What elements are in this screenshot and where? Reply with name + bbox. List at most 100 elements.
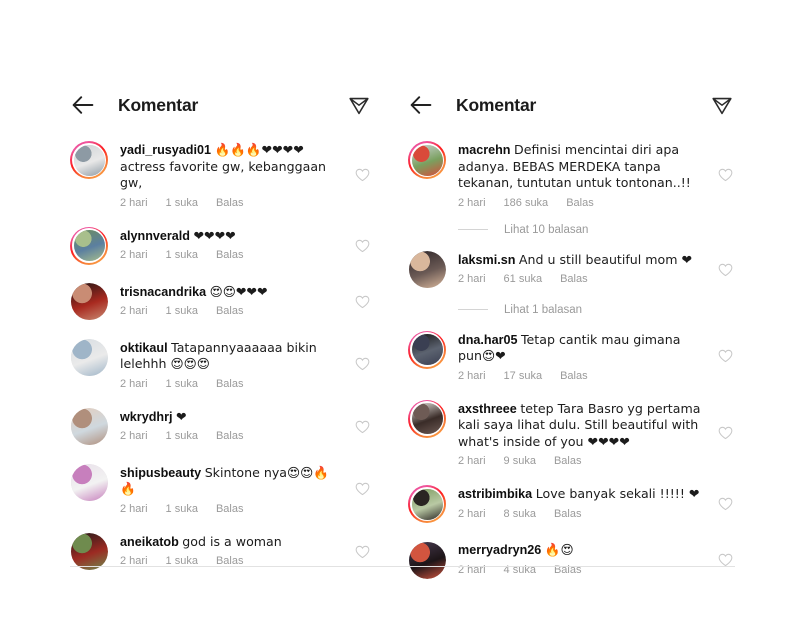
like-heart-icon[interactable] — [715, 349, 735, 363]
comment-item[interactable]: laksmi.sn And u still beautiful mom ❤ 2 h… — [408, 242, 735, 298]
arrow-left-icon[interactable] — [70, 92, 96, 118]
comment-reply-button[interactable]: Balas — [216, 430, 244, 442]
comment-item[interactable]: wkrydhrj ❤ 2 hari 1 suka Balas — [70, 399, 372, 455]
comment-item[interactable]: oktikaul Tatapannyaaaaaa bikin lelehhh 😍… — [70, 330, 372, 399]
comment-username[interactable]: laksmi.sn — [458, 253, 515, 267]
comment-reply-button[interactable]: Balas — [560, 273, 588, 285]
comment-body: alynnverald ❤❤❤❤ 2 hari 1 suka Balas — [120, 227, 342, 262]
avatar[interactable] — [70, 464, 108, 502]
avatar[interactable] — [70, 533, 108, 571]
like-heart-icon[interactable] — [352, 482, 372, 496]
comment-item[interactable]: astribimbika Love banyak sekali !!!!! ❤ 2… — [408, 476, 735, 532]
avatar[interactable] — [408, 541, 446, 579]
like-heart-icon[interactable] — [352, 168, 372, 182]
avatar-image — [411, 144, 443, 176]
view-replies-row[interactable]: Lihat 1 balasan — [458, 304, 735, 316]
comment-username[interactable]: trisnacandrika — [120, 285, 206, 299]
comment-item[interactable]: axsthreee tetep Tara Basro yg pertama ka… — [408, 391, 735, 477]
avatar-photo — [411, 403, 443, 434]
avatar[interactable] — [408, 141, 446, 179]
like-heart-icon[interactable] — [715, 168, 735, 182]
comment-likes[interactable]: 1 suka — [166, 305, 198, 317]
comment-likes[interactable]: 1 suka — [166, 249, 198, 261]
like-heart-icon[interactable] — [715, 497, 735, 511]
like-heart-icon[interactable] — [352, 295, 372, 309]
avatar[interactable] — [70, 283, 108, 321]
comment-list: macrehn Definisi mencintai diri apa adan… — [408, 132, 735, 588]
like-heart-icon[interactable] — [352, 545, 372, 559]
view-replies-label[interactable]: Lihat 1 balasan — [504, 304, 582, 316]
comment-reply-button[interactable]: Balas — [216, 197, 244, 209]
comment-item[interactable]: alynnverald ❤❤❤❤ 2 hari 1 suka Balas — [70, 218, 372, 274]
page-title: Komentar — [118, 94, 199, 115]
comment-likes[interactable]: 1 suka — [166, 503, 198, 515]
comment-username[interactable]: shipusbeauty — [120, 466, 201, 480]
comment-reply-button[interactable]: Balas — [560, 370, 588, 382]
comment-reply-button[interactable]: Balas — [216, 249, 244, 261]
comment-username[interactable]: yadi_rusyadi01 — [120, 143, 211, 157]
comment-item[interactable]: shipusbeauty Skintone nya😍😍🔥🔥 2 hari 1 suk… — [70, 455, 372, 524]
comment-reply-button[interactable]: Balas — [566, 197, 594, 209]
comment-username[interactable]: dna.har05 — [458, 333, 518, 347]
comment-panels: Komentar yadi_rusyadi01 🔥🔥🔥❤❤❤❤actress fa… — [0, 82, 800, 588]
comment-username[interactable]: wkrydhrj — [120, 410, 173, 424]
avatar-photo — [411, 144, 443, 176]
comment-reply-button[interactable]: Balas — [554, 455, 582, 467]
avatar[interactable] — [70, 408, 108, 446]
page-title: Komentar — [456, 94, 537, 115]
arrow-left-icon[interactable] — [408, 92, 434, 118]
comment-likes[interactable]: 17 suka — [504, 370, 543, 382]
comment-item[interactable]: dna.har05 Tetap cantik mau gimana pun😍❤ 2… — [408, 322, 735, 391]
avatar[interactable] — [408, 399, 446, 438]
avatar-photo — [408, 251, 446, 288]
comment-reply-button[interactable]: Balas — [554, 508, 582, 520]
like-heart-icon[interactable] — [715, 263, 735, 277]
comment-reply-button[interactable]: Balas — [216, 378, 244, 390]
comment-item[interactable]: macrehn Definisi mencintai diri apa adan… — [408, 132, 735, 218]
comment-text: merryadryn26 🔥😍 — [458, 542, 705, 559]
avatar[interactable] — [408, 251, 446, 289]
comment-likes[interactable]: 8 suka — [504, 508, 536, 520]
avatar[interactable] — [408, 330, 446, 369]
comment-likes[interactable]: 1 suka — [166, 197, 198, 209]
like-heart-icon[interactable] — [352, 357, 372, 371]
view-replies-label[interactable]: Lihat 10 balasan — [504, 224, 588, 236]
like-heart-icon[interactable] — [352, 239, 372, 253]
like-heart-icon[interactable] — [715, 426, 735, 440]
comment-likes[interactable]: 61 suka — [504, 273, 543, 285]
avatar[interactable] — [70, 226, 108, 265]
comment-item[interactable]: aneikatob god is a woman 2 hari 1 suka Bala… — [70, 524, 372, 580]
comment-reply-button[interactable]: Balas — [216, 503, 244, 515]
avatar[interactable] — [70, 141, 108, 179]
comment-message: god is a woman — [182, 533, 282, 549]
comment-text: aneikatob god is a woman — [120, 534, 342, 551]
avatar[interactable] — [408, 485, 446, 523]
comment-username[interactable]: aneikatob — [120, 535, 179, 549]
paper-plane-icon[interactable] — [709, 92, 735, 118]
comment-meta: 2 hari 17 suka Balas — [458, 370, 705, 382]
comment-username[interactable]: oktikaul — [120, 341, 168, 355]
avatar[interactable] — [70, 339, 108, 377]
like-heart-icon[interactable] — [715, 553, 735, 567]
comment-reply-button[interactable]: Balas — [216, 305, 244, 317]
avatar-image — [73, 230, 105, 261]
comment-username[interactable]: astribimbika — [458, 487, 532, 501]
comment-username[interactable]: macrehn — [458, 143, 511, 157]
like-heart-icon[interactable] — [352, 420, 372, 434]
comment-username[interactable]: alynnverald — [120, 229, 190, 243]
comment-meta: 2 hari 1 suka Balas — [120, 197, 342, 209]
comment-likes[interactable]: 186 suka — [504, 197, 549, 209]
avatar-photo — [70, 283, 108, 320]
comment-text: oktikaul Tatapannyaaaaaa bikin lelehhh 😍… — [120, 340, 342, 373]
comment-likes[interactable]: 1 suka — [166, 430, 198, 442]
comment-username[interactable]: merryadryn26 — [458, 543, 541, 557]
comment-text: laksmi.sn And u still beautiful mom ❤ — [458, 252, 705, 269]
comment-item[interactable]: trisnacandrika 😍😍❤❤❤ 2 hari 1 suka Balas — [70, 274, 372, 330]
comment-likes[interactable]: 1 suka — [166, 378, 198, 390]
view-replies-row[interactable]: Lihat 10 balasan — [458, 224, 735, 236]
comment-likes[interactable]: 9 suka — [504, 455, 536, 467]
comment-item[interactable]: merryadryn26 🔥😍 2 hari 4 suka Balas — [408, 532, 735, 588]
paper-plane-icon[interactable] — [346, 92, 372, 118]
comment-username[interactable]: axsthreee — [458, 402, 517, 416]
comment-item[interactable]: yadi_rusyadi01 🔥🔥🔥❤❤❤❤actress favorite g… — [70, 132, 372, 218]
